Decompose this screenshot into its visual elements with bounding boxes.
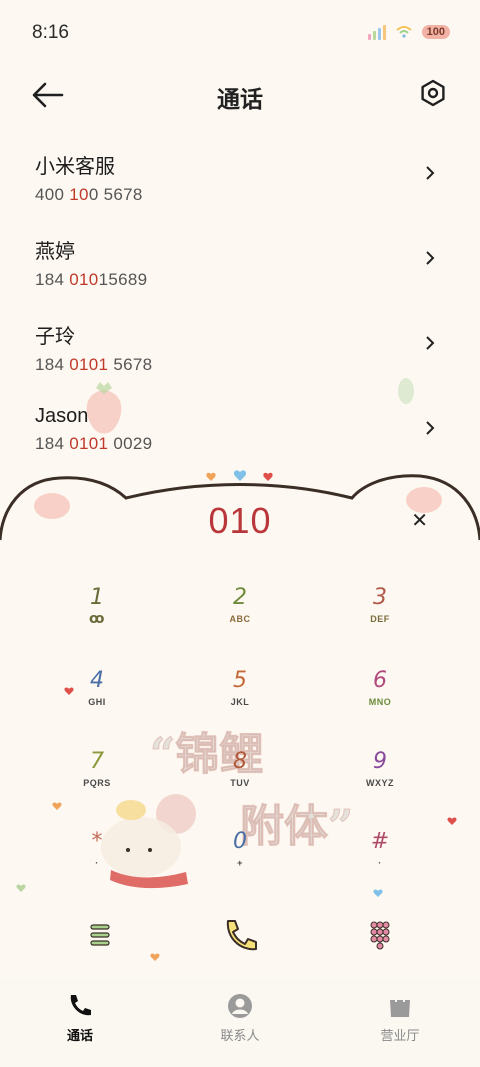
key-2[interactable]: 2 ABC <box>190 585 290 645</box>
key-7[interactable]: 7 PQRS <box>47 749 147 809</box>
battery-indicator: 100 <box>421 25 450 39</box>
shopping-bag-icon <box>390 994 410 1017</box>
contact-row[interactable]: 燕婷 184 01015689 <box>0 225 480 310</box>
chevron-right-icon <box>426 166 435 180</box>
heart-decoration <box>447 817 457 825</box>
contact-row[interactable]: Jason 184 0101 0029 <box>0 395 480 480</box>
strawberry-decoration <box>86 382 122 434</box>
contact-number: 184 01015689 <box>35 270 148 289</box>
key-9[interactable]: 9 WXYZ <box>330 749 430 809</box>
bottom-navigation: 通话 联系人 营业厅 <box>0 979 480 1067</box>
person-icon <box>228 994 252 1018</box>
contact-number: 400 100 5678 <box>35 185 143 204</box>
close-icon[interactable]: ✕ <box>411 508 428 533</box>
nav-label: 联系人 <box>220 1028 260 1043</box>
header: 通话 <box>0 70 480 120</box>
key-star[interactable]: * · <box>47 829 147 889</box>
key-5[interactable]: 5 JKL <box>190 668 290 728</box>
keypad-grid-icon[interactable] <box>360 915 400 955</box>
status-time: 8:16 <box>32 22 69 43</box>
key-6[interactable]: 6 MNO <box>330 668 430 728</box>
heart-decoration <box>64 687 74 695</box>
nav-tab-contacts[interactable]: 联系人 <box>180 979 300 1067</box>
contact-name: 燕婷 <box>35 241 75 263</box>
chevron-right-icon <box>426 251 435 265</box>
key-0[interactable]: 0 + <box>190 829 290 889</box>
chevron-right-icon <box>426 336 435 350</box>
nav-tab-hall[interactable]: 营业厅 <box>340 979 460 1067</box>
signal-icon <box>367 24 386 40</box>
heart-decoration <box>52 802 62 810</box>
wifi-icon <box>395 26 412 38</box>
phone-call-icon[interactable] <box>220 915 260 955</box>
contact-name: 子玲 <box>35 326 75 348</box>
contact-name: 小米客服 <box>35 156 115 178</box>
key-1[interactable]: 1 ꝏ <box>47 585 147 645</box>
phone-icon <box>70 995 91 1016</box>
key-3[interactable]: 3 DEF <box>330 585 430 645</box>
dialed-number: 010 <box>208 500 272 541</box>
menu-lines-icon[interactable] <box>80 915 120 955</box>
heart-decoration <box>16 884 26 892</box>
heart-decoration <box>373 889 383 897</box>
nav-tab-calls[interactable]: 通话 <box>20 979 140 1067</box>
key-hash[interactable]: # · <box>330 829 430 889</box>
status-bar: 8:16 100 <box>0 0 480 64</box>
contact-list: 小米客服 400 100 5678 燕婷 184 01015689 子玲 184… <box>0 140 480 480</box>
leaf-decoration <box>398 378 414 404</box>
settings-hexagon-icon[interactable] <box>418 78 448 108</box>
dialer-actions <box>0 915 480 955</box>
key-8[interactable]: 8 TUV <box>190 749 290 809</box>
chevron-right-icon <box>426 421 435 435</box>
key-4[interactable]: 4 GHI <box>47 668 147 728</box>
nav-label: 营业厅 <box>380 1028 420 1043</box>
contact-row[interactable]: 小米客服 400 100 5678 <box>0 140 480 225</box>
status-icons: 100 <box>367 24 450 40</box>
nav-label: 通话 <box>66 1028 93 1043</box>
page-title: 通话 <box>217 86 263 112</box>
contact-number: 184 0101 5678 <box>35 355 153 374</box>
